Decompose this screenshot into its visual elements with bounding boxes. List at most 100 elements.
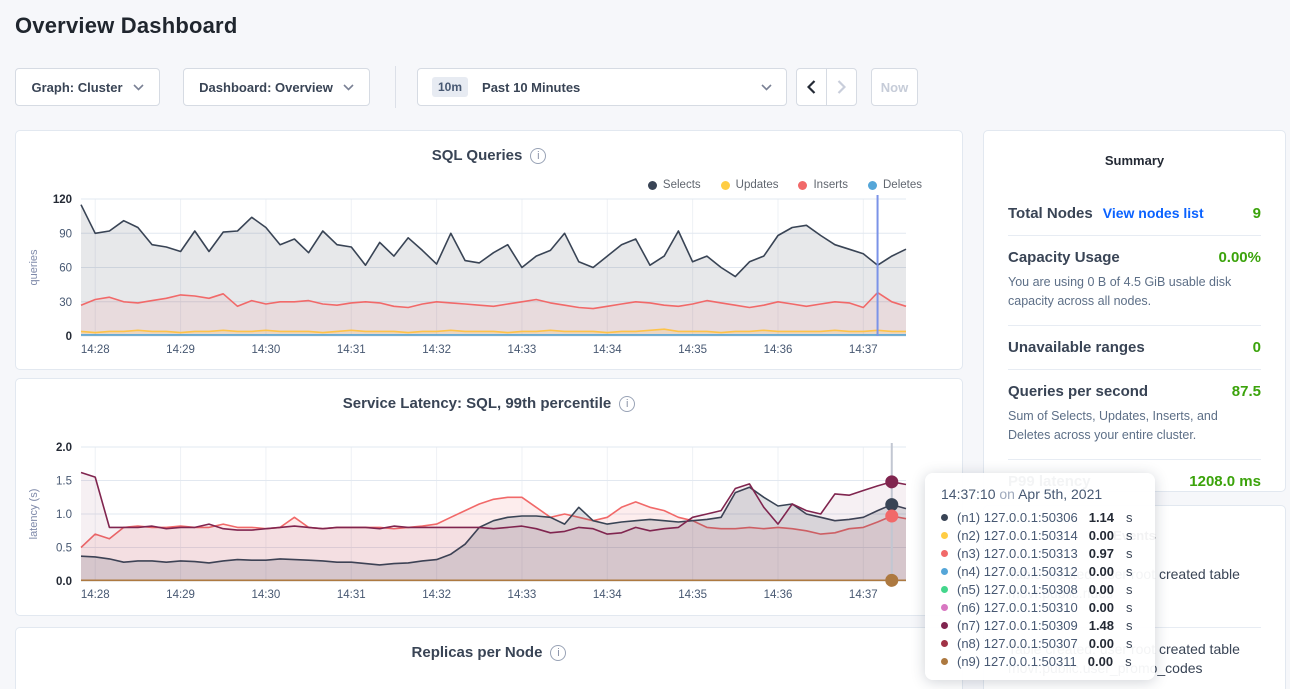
view-nodes-link[interactable]: View nodes list [1103,205,1204,221]
summary-value: 87.5 [1232,383,1261,400]
svg-text:queries: queries [28,249,40,286]
tooltip-node-value: 0.00 [1089,564,1114,579]
svg-text:14:35: 14:35 [678,589,707,601]
summary-panel: Summary Total NodesView nodes list9 Capac… [983,130,1286,492]
tooltip-node-value: 0.00 [1089,582,1114,597]
node-color-dot-icon [941,550,948,557]
summary-section: Total NodesView nodes list9 [1008,192,1261,235]
tooltip-node-unit: s [1126,600,1133,615]
svg-text:14:28: 14:28 [81,344,110,356]
svg-text:14:34: 14:34 [593,589,622,601]
tooltip-row: (n6) 127.0.0.1:50310 0.00 s [941,598,1139,616]
summary-label: Queries per second [1008,383,1148,400]
node-color-dot-icon [941,658,948,665]
summary-row: Capacity Usage0.00% [1008,249,1261,266]
tooltip-date: Apr 5th, 2021 [1018,486,1102,502]
svg-text:1.5: 1.5 [56,476,72,488]
summary-sections: Total NodesView nodes list9 Capacity Usag… [1008,192,1261,503]
tooltip-node-value: 0.00 [1089,636,1114,651]
svg-text:14:32: 14:32 [422,344,451,356]
tooltip-node-unit: s [1126,510,1133,525]
node-color-dot-icon [941,604,948,611]
summary-title: Summary [1008,153,1261,168]
svg-text:60: 60 [59,263,72,275]
tooltip-node-label: (n3) 127.0.0.1:50313 [957,546,1078,561]
summary-value: 1208.0 ms [1189,473,1261,490]
tooltip-conj: on [996,486,1019,502]
dashboard-dropdown[interactable]: Dashboard: Overview [183,68,370,106]
page-title: Overview Dashboard [15,13,237,39]
now-button[interactable]: Now [871,68,918,106]
svg-text:14:30: 14:30 [252,589,281,601]
svg-text:14:33: 14:33 [508,589,537,601]
svg-text:14:37: 14:37 [849,589,878,601]
summary-row: Total NodesView nodes list9 [1008,205,1261,222]
tooltip-node-label: (n9) 127.0.0.1:50311 [957,654,1077,669]
summary-description: You are using 0 B of 4.5 GiB usable disk… [1008,273,1261,312]
tooltip-row: (n2) 127.0.0.1:50314 0.00 s [941,526,1139,544]
tooltip-node-value: 0.97 [1089,546,1114,561]
node-color-dot-icon [941,586,948,593]
node-color-dot-icon [941,640,948,647]
tooltip-time: 14:37:10 [941,486,996,502]
chevron-down-icon [343,84,354,91]
time-range-dropdown[interactable]: 10m Past 10 Minutes [417,68,787,106]
svg-text:14:28: 14:28 [81,589,110,601]
svg-text:90: 90 [59,228,72,240]
summary-label: Unavailable ranges [1008,339,1145,356]
svg-text:2.0: 2.0 [56,442,72,454]
service-latency-chart[interactable]: 2.01.51.00.50.014:2814:2914:3014:3114:32… [16,379,962,615]
tooltip-node-label: (n1) 127.0.0.1:50306 [957,510,1078,525]
svg-text:0.0: 0.0 [56,576,72,588]
tooltip-node-unit: s [1126,582,1133,597]
tooltip-timestamp: 14:37:10 on Apr 5th, 2021 [941,486,1139,502]
tooltip-node-value: 1.48 [1089,618,1114,633]
tooltip-row: (n1) 127.0.0.1:50306 1.14 s [941,508,1139,526]
svg-text:1.0: 1.0 [56,509,72,521]
tooltip-node-unit: s [1126,636,1133,651]
svg-text:14:35: 14:35 [678,344,707,356]
replicas-per-node-title: Replicas per Node i [16,644,962,661]
chevron-down-icon [761,84,772,91]
tooltip-node-label: (n2) 127.0.0.1:50314 [957,528,1078,543]
tooltip-node-unit: s [1126,618,1133,633]
tooltip-node-value: 0.00 [1089,600,1114,615]
tooltip-node-value: 1.14 [1089,510,1114,525]
tooltip-node-label: (n6) 127.0.0.1:50310 [957,600,1078,615]
chevron-left-icon [807,80,816,94]
summary-description: Sum of Selects, Updates, Inserts, and De… [1008,407,1261,446]
tooltip-node-unit: s [1126,528,1133,543]
svg-text:14:29: 14:29 [166,589,195,601]
info-icon[interactable]: i [550,645,566,661]
tooltip-node-value: 0.00 [1089,528,1114,543]
graph-dropdown-label: Graph: Cluster [31,80,122,95]
svg-text:14:37: 14:37 [849,344,878,356]
tooltip-node-label: (n4) 127.0.0.1:50312 [957,564,1078,579]
graph-dropdown[interactable]: Graph: Cluster [15,68,160,106]
time-next-button[interactable] [826,68,857,106]
replicas-per-node-title-text: Replicas per Node [412,644,543,661]
svg-text:14:34: 14:34 [593,344,622,356]
svg-text:14:31: 14:31 [337,589,366,601]
tooltip-node-value: 0.00 [1088,654,1113,669]
tooltip-node-label: (n5) 127.0.0.1:50308 [957,582,1078,597]
node-color-dot-icon [941,514,948,521]
service-latency-card: Service Latency: SQL, 99th percentile i … [15,378,963,616]
tooltip-row: (n3) 127.0.0.1:50313 0.97 s [941,544,1139,562]
tooltip-row: (n8) 127.0.0.1:503070.00s [941,634,1139,652]
tooltip-row: (n9) 127.0.0.1:503110.00s [941,652,1139,670]
summary-section: Queries per second 87.5 Sum of Selects, Up… [1008,369,1261,459]
tooltip-rows: (n1) 127.0.0.1:503061.14s(n2) 127.0.0.1:… [941,508,1139,670]
time-prev-button[interactable] [796,68,827,106]
tooltip-node-unit: s [1126,546,1133,561]
svg-text:120: 120 [53,194,72,206]
summary-value: 0.00% [1218,249,1261,266]
toolbar-divider [395,66,396,108]
svg-text:14:33: 14:33 [508,344,537,356]
time-range-label: Past 10 Minutes [482,80,580,95]
svg-text:30: 30 [59,297,72,309]
tooltip-row: (n7) 127.0.0.1:503091.48s [941,616,1139,634]
tooltip-row: (n5) 127.0.0.1:50308 0.00 s [941,580,1139,598]
sql-queries-chart[interactable]: 120906030014:2814:2914:3014:3114:3214:33… [16,131,962,369]
node-color-dot-icon [941,622,948,629]
